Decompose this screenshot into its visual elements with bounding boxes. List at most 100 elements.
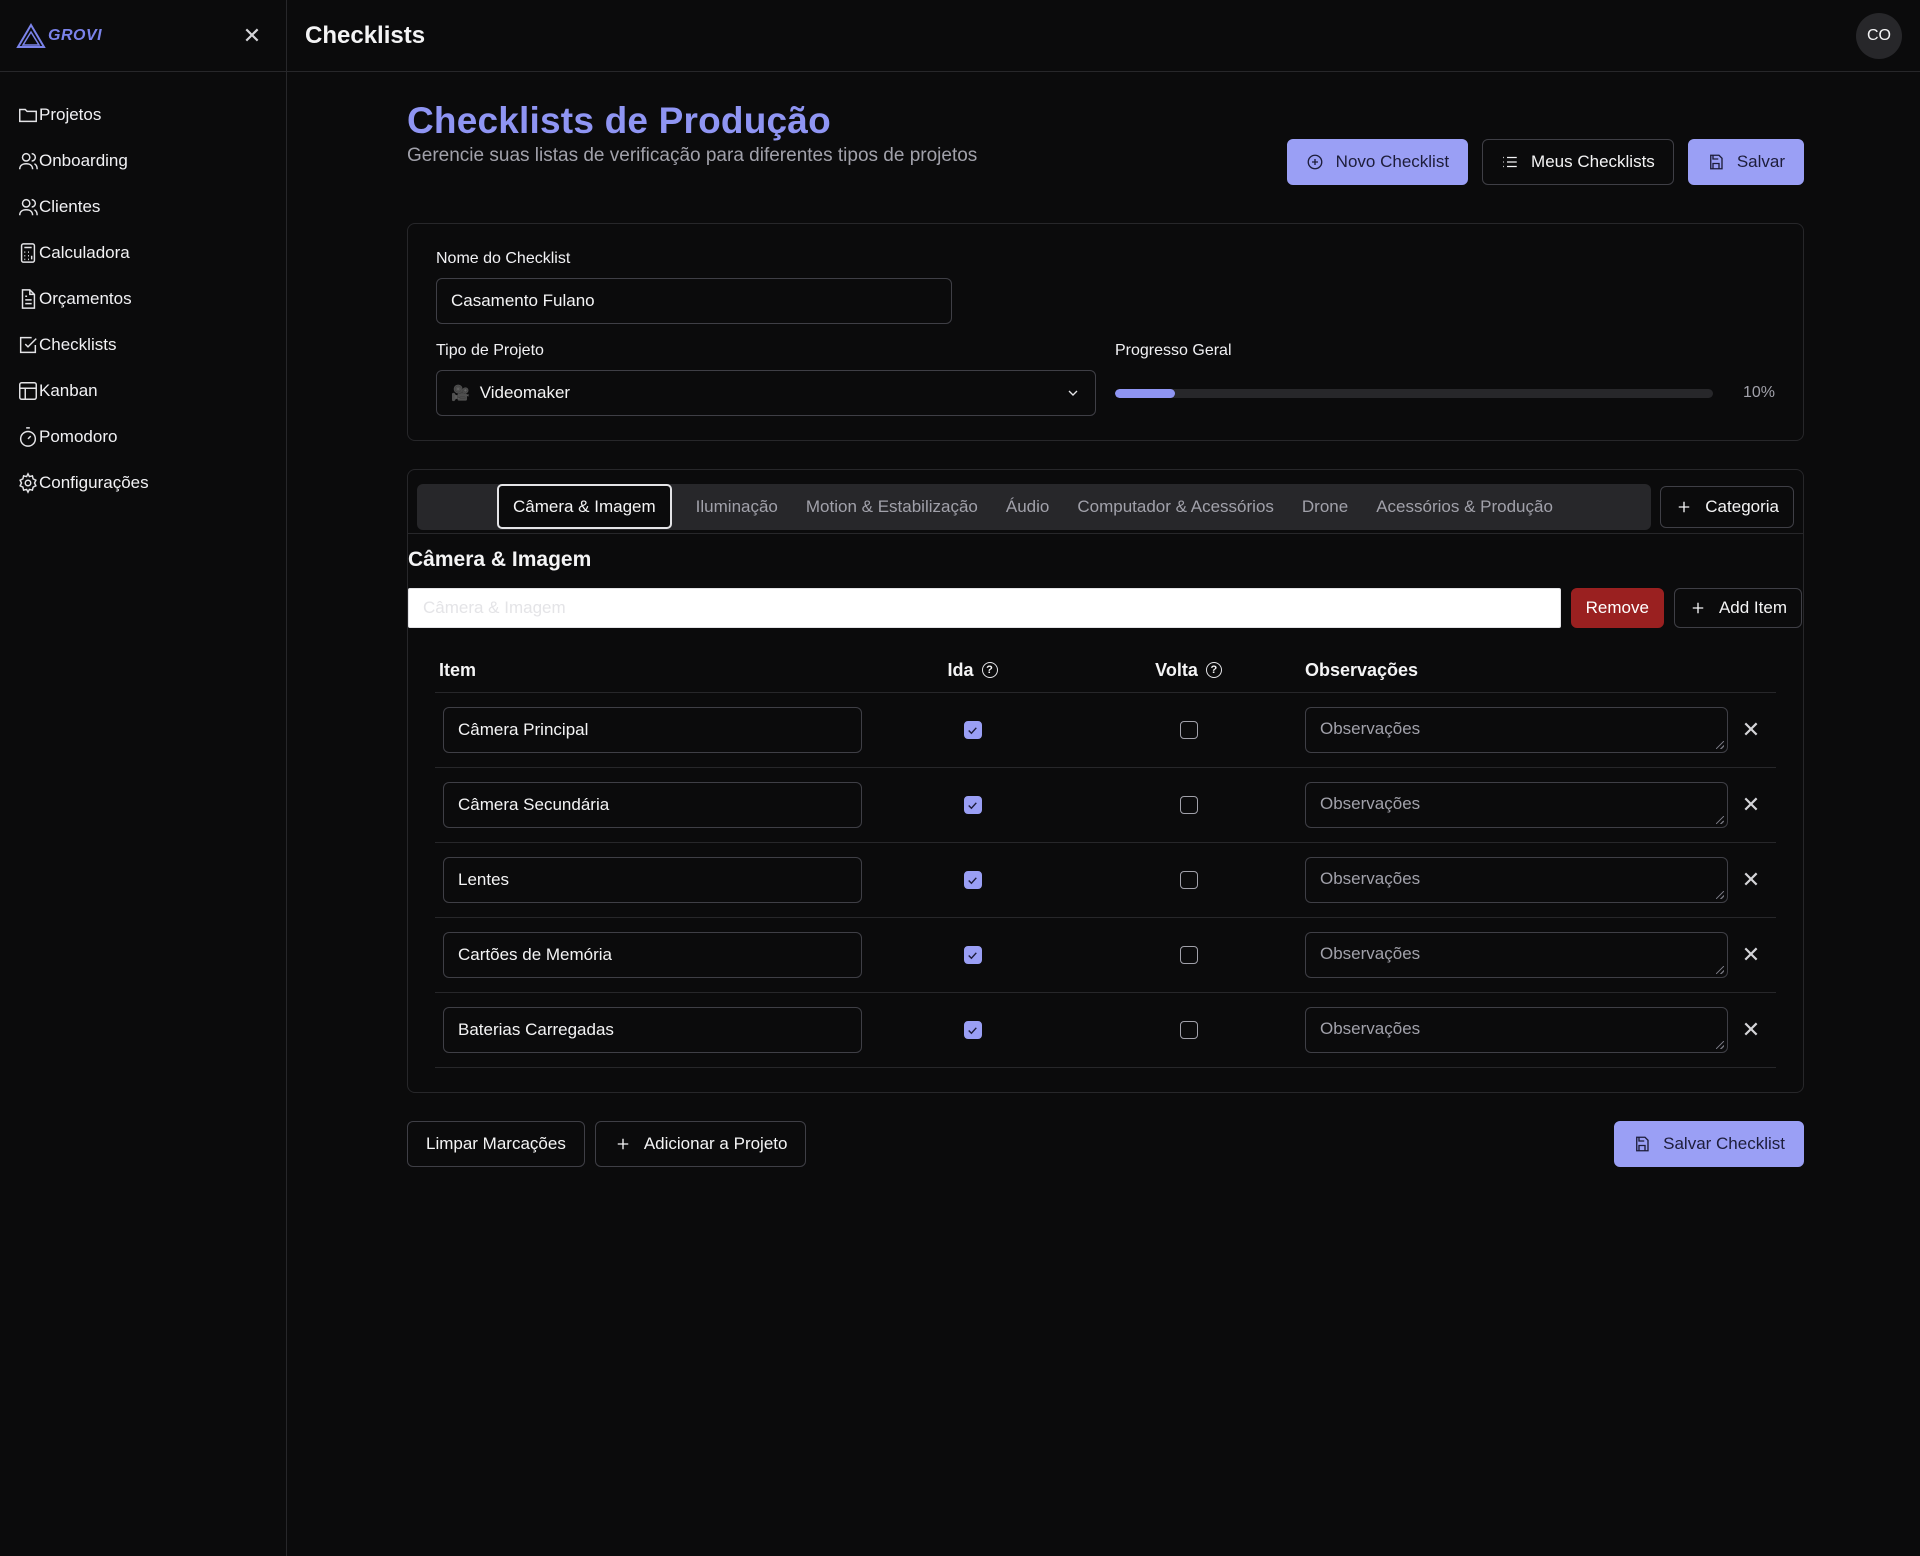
- item-name-input[interactable]: Câmera Principal: [443, 707, 862, 753]
- sidebar-item-checklists[interactable]: Checklists: [0, 322, 286, 368]
- check-icon: [968, 876, 977, 884]
- kanban-icon: [19, 382, 37, 400]
- ida-checkbox[interactable]: [963, 721, 982, 739]
- new-checklist-button[interactable]: Novo Checklist: [1286, 139, 1469, 185]
- sidebar-item-projetos[interactable]: Projetos: [0, 92, 286, 138]
- main-content: Checklists de Produção Gerencie suas lis…: [407, 72, 1804, 1167]
- table-row: Câmera Principal Observações ✕: [435, 693, 1776, 768]
- timer-icon: [19, 427, 37, 447]
- overall-progress: Progresso Geral 10%: [1115, 342, 1775, 416]
- sidebar-item-label: Kanban: [39, 381, 98, 400]
- sidebar-nav: Projetos Onboarding Clientes Calculadora…: [0, 72, 286, 506]
- clear-marks-button[interactable]: Limpar Marcações: [407, 1121, 585, 1167]
- page-title: Checklists de Produção: [407, 100, 831, 141]
- camera-icon: 🎥: [451, 385, 470, 402]
- volta-checkbox[interactable]: [1179, 871, 1198, 889]
- logo-text: GROVI: [48, 26, 103, 44]
- observacoes-input[interactable]: Observações: [1305, 782, 1728, 828]
- item-name-input[interactable]: Cartões de Memória: [443, 932, 862, 978]
- close-sidebar-button[interactable]: ✕: [240, 24, 264, 47]
- checklist-name-input[interactable]: Casamento Fulano: [436, 278, 952, 324]
- sidebar: GROVI ✕ Projetos Onboarding Clientes Cal…: [0, 0, 287, 1556]
- tab-iluminacao[interactable]: Iluminação: [682, 485, 792, 529]
- observacoes-input[interactable]: Observações: [1305, 1007, 1728, 1053]
- delete-item-button[interactable]: ✕: [1742, 719, 1760, 741]
- sidebar-item-label: Orçamentos: [39, 289, 132, 308]
- checklist-meta-card: Nome do Checklist Casamento Fulano Tipo …: [407, 223, 1804, 441]
- sidebar-item-configuracoes[interactable]: Configurações: [0, 460, 286, 506]
- page-header: Checklists de Produção Gerencie suas lis…: [407, 100, 1804, 185]
- volta-checkbox[interactable]: [1179, 796, 1198, 814]
- remove-category-button[interactable]: Remove: [1570, 588, 1664, 628]
- calculator-icon: [20, 243, 36, 263]
- ida-checkbox[interactable]: [963, 946, 982, 964]
- progress-value: 10%: [1742, 384, 1775, 401]
- topbar-title: Checklists: [305, 21, 426, 49]
- sidebar-item-clientes[interactable]: Clientes: [0, 184, 286, 230]
- ida-checkbox[interactable]: [963, 871, 982, 889]
- save-checklist-button[interactable]: Salvar Checklist: [1614, 1121, 1804, 1167]
- category-tabs-row: Câmera & Imagem Iluminação Motion & Esta…: [408, 470, 1803, 534]
- delete-item-button[interactable]: ✕: [1742, 944, 1760, 966]
- delete-item-button[interactable]: ✕: [1742, 1019, 1760, 1041]
- avatar[interactable]: CO: [1856, 12, 1902, 59]
- add-to-project-button[interactable]: Adicionar a Projeto: [594, 1121, 807, 1167]
- sidebar-item-onboarding[interactable]: Onboarding: [0, 138, 286, 184]
- sidebar-item-pomodoro[interactable]: Pomodoro: [0, 414, 286, 460]
- sidebar-item-orcamentos[interactable]: Orçamentos: [0, 276, 286, 322]
- item-name-input[interactable]: Lentes: [443, 857, 862, 903]
- item-name-input[interactable]: Câmera Secundária: [443, 782, 862, 828]
- add-category-label: Categoria: [1705, 496, 1779, 516]
- sidebar-item-calculadora[interactable]: Calculadora: [0, 230, 286, 276]
- volta-checkbox[interactable]: [1179, 1021, 1198, 1039]
- check-icon: [968, 726, 977, 734]
- footer-actions: Limpar Marcações Adicionar a Projeto Sal…: [407, 1121, 1804, 1167]
- tab-motion-estabilizacao[interactable]: Motion & Estabilização: [792, 485, 992, 529]
- header-ida: Ida: [947, 659, 974, 680]
- check-icon: [968, 951, 977, 959]
- delete-item-button[interactable]: ✕: [1742, 794, 1760, 816]
- help-circle-icon[interactable]: ?: [981, 662, 998, 678]
- observacoes-input[interactable]: Observações: [1305, 857, 1728, 903]
- sidebar-item-kanban[interactable]: Kanban: [0, 368, 286, 414]
- volta-checkbox[interactable]: [1179, 721, 1198, 739]
- add-item-button[interactable]: Add Item: [1673, 588, 1802, 628]
- logo[interactable]: GROVI: [16, 22, 103, 49]
- category-title: Câmera & Imagem: [408, 548, 592, 571]
- category-tabs: Câmera & Imagem Iluminação Motion & Esta…: [417, 483, 1652, 530]
- my-checklists-button[interactable]: Meus Checklists: [1482, 139, 1674, 185]
- progress-label: Progresso Geral: [1115, 342, 1232, 359]
- ida-checkbox[interactable]: [963, 1021, 982, 1039]
- category-edit-row: Câmera & Imagem Remove Add Item: [408, 588, 1803, 628]
- observacoes-input[interactable]: Observações: [1305, 932, 1728, 978]
- sidebar-item-label: Checklists: [39, 335, 117, 354]
- chevron-down-icon: [1068, 390, 1078, 396]
- category-name-input[interactable]: Câmera & Imagem: [408, 588, 1561, 628]
- table-row: Cartões de Memória Observações ✕: [435, 918, 1776, 993]
- tab-audio[interactable]: Áudio: [992, 485, 1063, 529]
- tab-acessorios-producao[interactable]: Acessórios & Produção: [1362, 485, 1567, 529]
- save-icon: [1709, 154, 1723, 170]
- save-button[interactable]: Salvar: [1687, 139, 1804, 185]
- topbar: Checklists CO: [287, 0, 1920, 72]
- tab-drone[interactable]: Drone: [1288, 485, 1362, 529]
- tab-camera-imagem[interactable]: Câmera & Imagem: [497, 484, 672, 529]
- category-name-placeholder: Câmera & Imagem: [423, 598, 566, 617]
- observacoes-input[interactable]: Observações: [1305, 707, 1728, 753]
- plus-icon: [1679, 501, 1690, 512]
- sidebar-item-label: Onboarding: [39, 151, 128, 170]
- add-category-button[interactable]: Categoria: [1660, 485, 1794, 528]
- sidebar-item-label: Configurações: [39, 473, 149, 492]
- check-square-icon: [19, 336, 37, 354]
- project-type-select[interactable]: 🎥 Videomaker: [436, 370, 1096, 416]
- item-name-input[interactable]: Baterias Carregadas: [443, 1007, 862, 1053]
- new-checklist-label: Novo Checklist: [1335, 152, 1450, 171]
- ida-checkbox[interactable]: [963, 796, 982, 814]
- help-circle-icon[interactable]: ?: [1205, 662, 1222, 678]
- tab-computador-acessorios[interactable]: Computador & Acessórios: [1063, 485, 1288, 529]
- volta-checkbox[interactable]: [1179, 946, 1198, 964]
- user-icon: [19, 152, 38, 170]
- gear-icon: [19, 472, 37, 494]
- plus-icon: [617, 1138, 629, 1150]
- delete-item-button[interactable]: ✕: [1742, 869, 1760, 891]
